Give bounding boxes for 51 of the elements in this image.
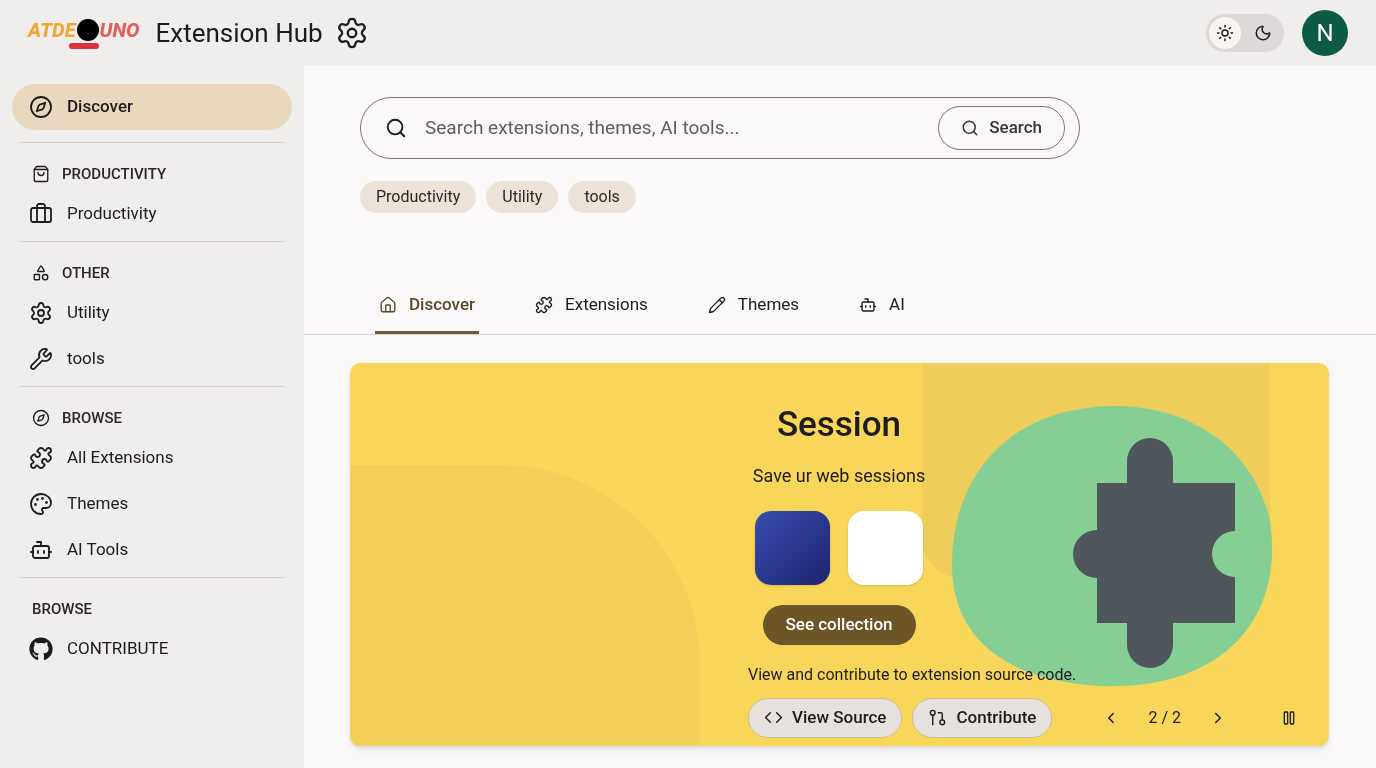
palette-icon xyxy=(29,492,53,516)
card-title: Session xyxy=(776,403,902,447)
logo: ATDE UNO xyxy=(28,17,140,49)
theme-toggle[interactable] xyxy=(1206,14,1284,52)
section-heading: BROWSE xyxy=(32,598,92,620)
house-icon xyxy=(379,296,397,314)
search-icon xyxy=(961,119,980,137)
briefcase-icon xyxy=(29,202,53,226)
gear-icon xyxy=(29,301,53,325)
puzzle-icon xyxy=(535,296,554,314)
tab[interactable]: Themes xyxy=(703,279,804,334)
moon-icon xyxy=(1254,24,1272,42)
filter-chip[interactable]: Productivity xyxy=(360,181,477,213)
card-subtitle: Save ur web sessions xyxy=(752,463,926,488)
section-heading: BROWSE xyxy=(62,407,122,429)
card-action-button[interactable]: Contribute xyxy=(912,697,1053,738)
tab[interactable]: Extensions xyxy=(531,279,652,334)
user-avatar[interactable]: N xyxy=(1302,10,1348,56)
filter-chip[interactable]: Utility xyxy=(486,181,559,213)
card-note: View and contribute to extension source code. xyxy=(748,664,1077,684)
card-action-button[interactable]: View Source xyxy=(748,697,903,738)
shapes-icon xyxy=(32,264,50,282)
section-heading: PRODUCTIVITY xyxy=(62,163,167,185)
wrench-icon xyxy=(29,347,53,371)
nav-item[interactable]: tools xyxy=(12,336,292,382)
puzzle-icon xyxy=(29,446,53,470)
pause-icon[interactable] xyxy=(1281,709,1297,726)
nav-item[interactable]: Utility xyxy=(12,290,292,336)
nav-item[interactable]: Discover xyxy=(12,84,292,130)
compass-icon xyxy=(32,409,50,427)
robot-icon xyxy=(29,538,53,562)
search-icon xyxy=(385,117,407,139)
section-heading: OTHER xyxy=(62,262,110,284)
nav-item[interactable]: Productivity xyxy=(12,191,292,237)
filter-chip[interactable]: tools xyxy=(568,181,636,213)
robot-icon xyxy=(859,296,878,314)
nav-item[interactable]: AI Tools xyxy=(12,527,292,573)
pager-count: 2 / 2 xyxy=(1148,706,1181,729)
compass-icon xyxy=(29,95,53,119)
github-icon xyxy=(29,637,53,661)
nav-item[interactable]: CONTRIBUTE xyxy=(12,626,292,672)
tab[interactable]: Discover xyxy=(375,279,480,334)
pull-request-icon xyxy=(928,708,948,727)
app-title: Extension Hub xyxy=(155,16,323,50)
see-collection-button[interactable]: See collection xyxy=(762,604,916,645)
bag-icon xyxy=(32,165,50,183)
tab[interactable]: AI xyxy=(855,279,909,334)
pencil-icon xyxy=(707,296,726,314)
nav-item[interactable]: Themes xyxy=(12,481,292,527)
nav-item[interactable]: All Extensions xyxy=(12,435,292,481)
sun-icon xyxy=(1216,24,1234,42)
